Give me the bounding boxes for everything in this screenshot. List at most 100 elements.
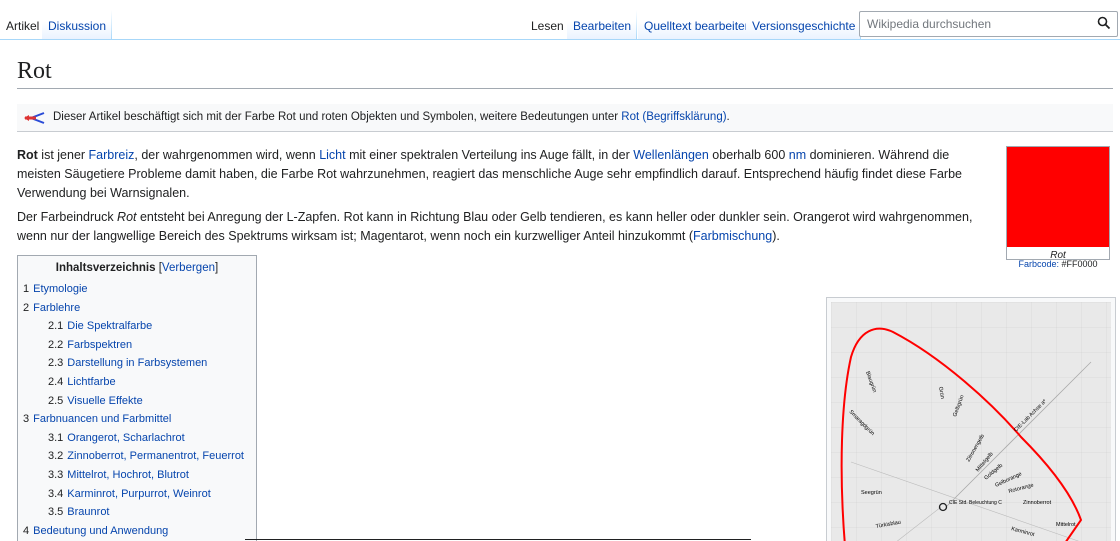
hatnote: Dieser Artikel beschäftigt sich mit der … (17, 104, 1113, 132)
toc-item-link[interactable]: Orangerot, Scharlachrot (67, 432, 184, 444)
hatnote-prefix: Dieser Artikel beschäftigt sich mit der … (53, 111, 622, 123)
toc-item-number: 2.1 (48, 320, 64, 333)
tab-separator (636, 10, 638, 40)
toc-title: Inhaltsverzeichnis (55, 262, 156, 274)
tab-versionsgeschichte[interactable]: Versionsgeschichte (746, 10, 862, 40)
link-nm[interactable]: nm (789, 148, 806, 162)
toc-item[interactable]: 2.2 Farbspektren (23, 336, 244, 355)
toc-item-number: 1 (23, 283, 30, 295)
text: mit einer spektralen Verteilung ins Auge… (345, 148, 634, 162)
text: oberhalb 600 (708, 148, 789, 162)
toc-item-link[interactable]: Farblehre (33, 302, 80, 314)
toc-item-link[interactable]: Darstellung in Farbsystemen (67, 357, 207, 369)
hatnote-end: . (726, 111, 730, 123)
cie-label-zinnoberrot: Zinnoberrot (1023, 500, 1052, 506)
toc-item-link[interactable]: Zinnoberrot, Permanentrot, Feuerrot (67, 450, 244, 462)
hatnote-text: Dieser Artikel beschäftigt sich mit der … (53, 111, 730, 123)
toc-item[interactable]: 1 Etymologie (23, 280, 244, 299)
toc-item[interactable]: 3.4 Karminrot, Purpurrot, Weinrot (23, 485, 244, 504)
italic-term: Rot (117, 210, 137, 224)
tab-label: Quelltext bearbeiten (644, 19, 752, 33)
toc-item-link[interactable]: Bedeutung und Anwendung (33, 525, 168, 537)
color-swatch (1007, 147, 1109, 247)
search-icon[interactable] (1097, 16, 1111, 30)
tab-label: Bearbeiten (573, 19, 632, 33)
top-navigation: Artikel Diskussion Lesen Bearbeiten Quel… (0, 10, 1120, 40)
toc-item[interactable]: 3.5 Braunrot (23, 503, 244, 522)
tab-separator (111, 10, 113, 40)
cie-label-illuminant: CIE Std. Beleuchtung C (949, 500, 1002, 506)
cie-label-mittelrot: Mittelrot (1056, 522, 1076, 528)
link-wellenlaengen[interactable]: Wellenlängen (633, 148, 709, 162)
toc-item-number: 3.2 (48, 450, 64, 463)
link-farbreiz[interactable]: Farbreiz (89, 148, 135, 162)
disambiguation-arrow-icon (24, 112, 45, 124)
toc-item-link[interactable]: Farbspektren (67, 339, 132, 351)
toc-item-number: 3.4 (48, 487, 64, 500)
toc-item[interactable]: 3.3 Mittelrot, Hochrot, Blutrot (23, 466, 244, 485)
toc-item-number: 2.5 (48, 394, 64, 407)
toc-item-link[interactable]: Lichtfarbe (67, 376, 115, 388)
toc-item-number: 3.5 (48, 506, 64, 519)
bold-term: Rot (17, 148, 38, 162)
cie-label-seegruen: Seegrün (861, 490, 882, 496)
tab-artikel[interactable]: Artikel (0, 10, 46, 40)
link-licht[interactable]: Licht (319, 148, 345, 162)
tab-label: Versionsgeschichte (752, 19, 856, 33)
tab-diskussion[interactable]: Diskussion (42, 10, 113, 40)
link-farbmischung[interactable]: Farbmischung (693, 229, 772, 243)
text: , der wahrgenommen wird, wenn (134, 148, 320, 162)
toc-item-number: 2.4 (48, 375, 64, 388)
tab-lesen[interactable]: Lesen (525, 10, 570, 40)
toc-item[interactable]: 2 Farblehre (23, 299, 244, 318)
color-name: Rot (1050, 250, 1066, 261)
toc-item-number: 3 (23, 413, 30, 426)
link-rot-begriffsklaerung[interactable]: Rot (Begriffsklärung) (621, 111, 726, 123)
tab-label: Lesen (531, 19, 564, 33)
toc-item-link[interactable]: Etymologie (33, 283, 87, 295)
toc-item-number: 3.3 (48, 468, 64, 481)
toc-item-link[interactable]: Farbnuancen und Farbmittel (33, 413, 171, 425)
toc-heading: Inhaltsverzeichnis [Verbergen] (18, 262, 256, 274)
intro-paragraph-2: Der Farbeindruck Rot entsteht bei Anregu… (17, 208, 977, 246)
text: entsteht bei Anregung der L-Zapfen. Rot … (17, 210, 973, 243)
toc-toggle-bracket: ] (215, 262, 219, 274)
toc-item-link[interactable]: Mittelrot, Hochrot, Blutrot (67, 469, 189, 481)
toc-item[interactable]: 2.1 Die Spektralfarbe (23, 317, 244, 336)
toc-item[interactable]: 3.1 Orangerot, Scharlachrot (23, 429, 244, 448)
toc-item[interactable]: 2.5 Visuelle Effekte (23, 392, 244, 411)
toc-item-link[interactable]: Karminrot, Purpurrot, Weinrot (67, 488, 210, 500)
table-of-contents: Inhaltsverzeichnis [Verbergen] 1 Etymolog… (17, 255, 257, 541)
toc-list: 1 Etymologie 2 Farblehre 2.1 Die Spektralfarb… (23, 280, 244, 540)
tab-label: Artikel (6, 19, 40, 33)
toc-item[interactable]: 3.2 Zinnoberrot, Permanentrot, Feuerrot (23, 447, 244, 466)
toc-hide-link[interactable]: Verbergen (162, 262, 215, 274)
toc-item[interactable]: 3 Farbnuancen und Farbmittel (23, 410, 244, 429)
cie-diagram-graphic: Blaugrün Smaragdgrün Seegrün Türkisblau … (831, 302, 1111, 541)
toc-item-number: 2 (23, 301, 30, 314)
intro-paragraph-1: Rot ist jener Farbreiz, der wahrgenommen… (17, 146, 977, 203)
tab-label: Diskussion (48, 19, 107, 33)
toc-item-number: 3.1 (48, 431, 64, 444)
toc-item[interactable]: 2.3 Darstellung in Farbsystemen (23, 354, 244, 373)
toc-toggle: [Verbergen] (159, 262, 218, 274)
page-title: Rot (17, 58, 52, 84)
search-input[interactable]: Wikipedia durchsuchen (859, 11, 1118, 37)
toc-item[interactable]: 2.4 Lichtfarbe (23, 373, 244, 392)
cie-chromaticity-diagram[interactable]: Blaugrün Smaragdgrün Seegrün Türkisblau … (826, 297, 1116, 541)
header-divider (0, 39, 1120, 40)
toc-item-link[interactable]: Visuelle Effekte (67, 395, 142, 407)
text: Der Farbeindruck (17, 210, 118, 224)
tab-quelltext-bearbeiten[interactable]: Quelltext bearbeiten (638, 10, 758, 40)
toc-item-number: 2.2 (48, 338, 64, 351)
color-infobox: Rot (1006, 146, 1110, 261)
toc-item-number: 4 (23, 524, 30, 537)
toc-item[interactable]: 4 Bedeutung und Anwendung (23, 522, 244, 541)
toc-item-number: 2.3 (48, 357, 64, 370)
section-divider (245, 539, 751, 540)
tab-bearbeiten[interactable]: Bearbeiten (567, 10, 638, 40)
toc-item-link[interactable]: Die Spektralfarbe (67, 320, 152, 332)
text: ). (772, 229, 780, 243)
toc-item-link[interactable]: Braunrot (67, 506, 109, 518)
title-divider (17, 88, 1113, 89)
